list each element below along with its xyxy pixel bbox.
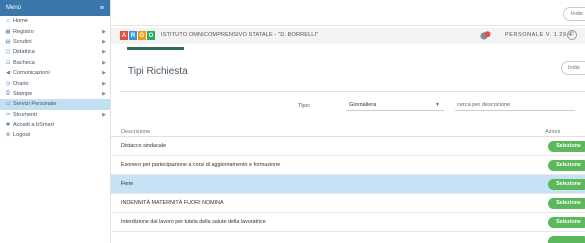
chevron-right-icon: ▶ xyxy=(102,90,106,97)
logout-icon: ⊗ xyxy=(5,132,11,139)
chevron-right-icon: ▶ xyxy=(102,111,106,118)
sidebar-item-servizi-personale[interactable]: ▭ Servizi Personale xyxy=(0,99,110,110)
select-button[interactable] xyxy=(548,236,585,243)
school-name: ISTITUTO OMNICOMPRENSIVO STATALE - "D. B… xyxy=(161,32,319,38)
sidebar-item-label: Registro xyxy=(13,28,34,35)
top-right-button[interactable]: Indie xyxy=(563,7,585,21)
table-body: Distacco sindacale Selezione Esonero per p… xyxy=(111,137,585,243)
star-icon: ✱ xyxy=(5,122,11,129)
table-row[interactable]: INDENNITÀ MATERNITÀ FUORI NOMINA Selezion… xyxy=(111,194,585,213)
select-button[interactable]: Selezione xyxy=(548,216,585,228)
row-description: Esonero per partecipazione a corsi di ag… xyxy=(121,162,281,168)
sidebar-item-label: Accedi a bSmart xyxy=(13,122,55,129)
progress-bar xyxy=(127,47,184,50)
logo-letter: G xyxy=(138,31,146,40)
table-row[interactable]: Esonero per partecipazione a corsi di ag… xyxy=(111,156,585,175)
sidebar-item-label: Logout xyxy=(13,132,31,139)
page-title: Tipi Richiesta xyxy=(128,66,188,77)
column-header-actions: Azioni xyxy=(545,128,561,135)
select-button[interactable]: Selezione xyxy=(548,178,585,190)
sidebar-item-home[interactable]: ⌂ Home xyxy=(0,16,110,26)
hamburger-icon[interactable]: ≡ xyxy=(100,5,104,12)
select-button[interactable]: Selezione xyxy=(548,140,585,152)
megaphone-icon: ◀ xyxy=(5,70,11,77)
row-description: INDENNITÀ MATERNITÀ FUORI NOMINA xyxy=(121,200,224,206)
sidebar-item-label: Bacheca xyxy=(13,59,35,66)
select-button[interactable]: Selezione xyxy=(548,197,585,209)
sidebar-item-comunicazioni[interactable]: ◀ Comunicazioni ▶ xyxy=(0,68,110,78)
sidebar-item-label: Comunicazioni xyxy=(13,70,50,77)
chevron-right-icon: ▶ xyxy=(102,38,106,45)
sidebar-item-strumenti[interactable]: ✂ Strumenti ▶ xyxy=(0,110,110,120)
table-row[interactable]: Interdizione dal lavoro per tutela della… xyxy=(111,213,585,232)
sidebar-item-label: Servizi Personale xyxy=(13,101,57,108)
notification-badge-icon[interactable] xyxy=(480,31,491,40)
chevron-down-icon: ▼ xyxy=(435,102,440,108)
table-row[interactable] xyxy=(111,232,585,243)
chevron-right-icon: ▶ xyxy=(102,28,106,35)
title-divider xyxy=(120,91,585,92)
users-icon: ☷ xyxy=(5,59,11,66)
title-right-button[interactable]: Indie xyxy=(561,61,585,75)
print-icon: ⎙ xyxy=(5,90,11,97)
row-description: Ferie xyxy=(121,181,134,187)
chevron-right-icon: ▶ xyxy=(102,59,106,66)
type-filter-value: Giornaliera xyxy=(349,102,377,108)
table-header: Descrizione Azioni xyxy=(111,127,585,137)
table-row[interactable]: Ferie Selezione xyxy=(111,175,585,194)
home-icon: ⌂ xyxy=(6,18,10,25)
menu-list: ⌂ Home ▦ Registro ▶ ▤ Scrutini ▶ ◫ Didattica ▶ ☷ Bac… xyxy=(0,16,110,141)
board-icon: ◫ xyxy=(5,49,11,56)
tools-icon: ✂ xyxy=(5,111,11,118)
chevron-right-icon: ▶ xyxy=(102,49,106,56)
column-header-description: Descrizione xyxy=(121,128,151,135)
sidebar-item-logout[interactable]: ⊗ Logout xyxy=(0,130,110,140)
sidebar-item-label: Stampe xyxy=(13,90,33,97)
sidebar-item-stampe[interactable]: ⎙ Stampe ▶ xyxy=(0,89,110,99)
menu-header[interactable]: Menù ≡ xyxy=(0,0,110,16)
id-card-icon: ▭ xyxy=(5,101,11,108)
select-button[interactable]: Selezione xyxy=(548,159,585,171)
row-description: Interdizione dal lavoro per tutela della… xyxy=(121,219,266,225)
argo-logo: ARGO xyxy=(120,31,156,40)
sidebar-item-orario[interactable]: ◷ Orario ▶ xyxy=(0,78,110,88)
help-icon[interactable]: ? xyxy=(567,30,577,40)
search-input[interactable] xyxy=(455,100,575,111)
row-description: Distacco sindacale xyxy=(121,143,166,149)
sidebar-item-registro[interactable]: ▦ Registro ▶ xyxy=(0,26,110,36)
requests-table: Descrizione Azioni Distacco sindacale Sel… xyxy=(111,127,585,243)
logo-letter: A xyxy=(120,31,128,40)
calendar-icon: ▦ xyxy=(5,28,11,35)
type-filter-select[interactable]: Giornaliera ▼ xyxy=(346,100,444,111)
chevron-right-icon: ▶ xyxy=(102,70,106,77)
chevron-right-icon: ▶ xyxy=(102,80,106,87)
clock-icon: ◷ xyxy=(5,80,11,87)
sidebar-item-scrutini[interactable]: ▤ Scrutini ▶ xyxy=(0,37,110,47)
sidebar: Menù ≡ ⌂ Home ▦ Registro ▶ ▤ Scrutini ▶ ◫ Didatti… xyxy=(0,0,111,243)
document-icon: ▤ xyxy=(5,38,11,45)
menu-title: Menù xyxy=(6,5,22,11)
sidebar-item-bacheca[interactable]: ☷ Bacheca ▶ xyxy=(0,58,110,68)
main-content: Indie ARGO ISTITUTO OMNICOMPRENSIVO STAT… xyxy=(111,0,585,243)
version-label: PERSONALE V. 1.29.4 xyxy=(505,32,573,38)
info-bar: ARGO ISTITUTO OMNICOMPRENSIVO STATALE - … xyxy=(111,28,585,44)
sidebar-item-accedi-a-bsmart[interactable]: ✱ Accedi a bSmart xyxy=(0,120,110,130)
logo-letter: R xyxy=(129,31,137,40)
sidebar-item-didattica[interactable]: ◫ Didattica ▶ xyxy=(0,47,110,57)
sidebar-item-label: Home xyxy=(13,18,28,25)
type-filter-label: Tipo: xyxy=(298,103,311,109)
sidebar-item-label: Strumenti xyxy=(13,111,37,118)
table-row[interactable]: Distacco sindacale Selezione xyxy=(111,137,585,156)
logo-letter: O xyxy=(147,31,155,40)
top-bar: Indie xyxy=(111,0,585,26)
sidebar-item-label: Orario xyxy=(13,80,29,87)
app-root: Menù ≡ ⌂ Home ▦ Registro ▶ ▤ Scrutini ▶ ◫ Didatti… xyxy=(0,0,585,243)
sidebar-item-label: Scrutini xyxy=(13,38,32,45)
sidebar-item-label: Didattica xyxy=(13,49,35,56)
